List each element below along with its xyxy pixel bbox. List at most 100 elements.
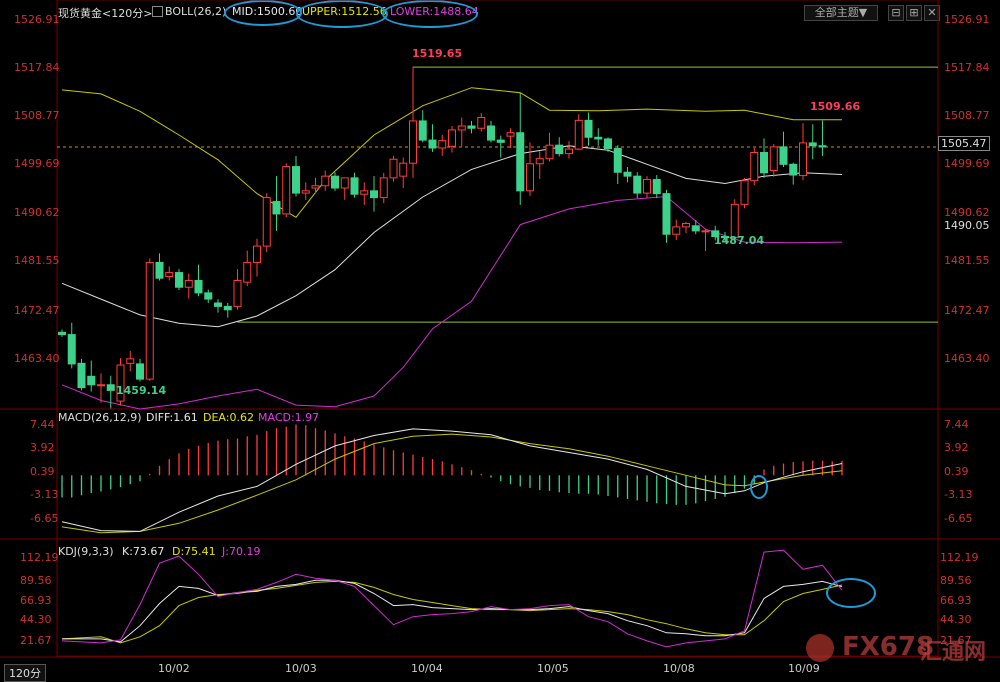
main-y-tick: 1481.55: [944, 254, 990, 267]
candle-up: [574, 119, 583, 150]
candle-down: [623, 171, 632, 177]
macd-y-tick: 7.44: [30, 418, 55, 431]
kdj-d-line: [61, 580, 843, 644]
macd-y-tick: 0.39: [30, 465, 55, 478]
candle-up: [750, 151, 759, 182]
kdj-k-line: [62, 579, 843, 643]
kdj-y-tick: 66.93: [940, 594, 972, 607]
watermark-cn: 汇通网: [920, 640, 987, 665]
candle-up: [340, 177, 349, 189]
main-y-tick: 1508.77: [14, 109, 60, 122]
main-y-tick: 1499.69: [944, 157, 990, 170]
main-y-tick: 1526.91: [944, 13, 990, 26]
candle-up: [438, 140, 447, 149]
candle-up: [282, 166, 291, 215]
macd-y-tick: 7.44: [944, 418, 969, 431]
candle-down: [350, 177, 359, 195]
candle-up: [262, 197, 271, 247]
main-y-tick: 1490.62: [944, 206, 990, 219]
x-date-label: 10/02: [158, 662, 190, 675]
kdj-d-label: D:75.41: [172, 545, 216, 558]
main-y-tick: 1517.84: [944, 61, 990, 74]
main-y-tick: 1517.84: [14, 61, 60, 74]
candle-up: [506, 132, 515, 137]
candle-down: [555, 144, 564, 155]
macd-y-tick: -6.65: [30, 512, 59, 525]
period-selector[interactable]: 120分: [4, 664, 46, 682]
candle-down: [691, 225, 700, 232]
high-annotation: 1519.65: [412, 47, 463, 60]
candle-down: [613, 148, 622, 173]
x-date-label: 10/03: [285, 662, 317, 675]
candle-up: [740, 180, 749, 205]
fx678-logo-icon: [806, 634, 834, 662]
lower-band-value-box: 1490.05: [944, 219, 990, 232]
kdj-k-label: K:73.67: [122, 545, 165, 558]
macd-diff-label: DIFF:1.61: [146, 411, 198, 424]
main-y-tick: 1463.40: [944, 352, 990, 365]
candle-down: [428, 139, 437, 149]
kdj-y-tick: 112.19: [940, 551, 979, 564]
kdj-j-line: [61, 549, 843, 648]
candle-up: [184, 279, 193, 288]
macd-y-tick: -3.13: [30, 488, 59, 501]
candle-up: [360, 190, 369, 195]
macd-y-tick: -6.65: [944, 512, 973, 525]
candle-up: [730, 203, 739, 239]
boll-upper-line: [61, 87, 842, 218]
main-y-tick: 1490.62: [14, 206, 60, 219]
candle-down: [789, 163, 798, 176]
recent-high-annotation: 1509.66: [810, 100, 861, 113]
candle-up: [448, 129, 456, 147]
candle-up: [457, 125, 466, 131]
candle-down: [594, 136, 603, 140]
boll-lower-line: [61, 195, 843, 410]
candle-up: [535, 158, 544, 165]
candle-down: [808, 142, 817, 147]
candle-down: [760, 151, 768, 174]
main-y-tick: 1526.91: [14, 13, 60, 26]
candle-up: [301, 190, 310, 194]
candle-down: [496, 139, 505, 143]
candle-down: [292, 166, 300, 194]
candle-down: [223, 305, 232, 311]
candle-down: [77, 362, 86, 389]
candle-down: [516, 132, 525, 192]
candle-down: [370, 190, 378, 199]
candle-down: [584, 119, 593, 138]
kdj-j-label: J:70.19: [222, 545, 261, 558]
candle-up: [233, 279, 242, 307]
candle-down: [779, 146, 788, 165]
candle-up: [145, 261, 154, 380]
candle-up: [126, 358, 135, 364]
macd-value-label: MACD:1.97: [258, 411, 320, 424]
candle-up: [701, 230, 710, 233]
macd-cross-highlight-ellipse: [750, 475, 768, 499]
candle-up: [672, 226, 681, 235]
main-y-tick: 1481.55: [14, 254, 60, 267]
candle-down: [662, 193, 671, 235]
kdj-y-tick: 66.93: [20, 594, 52, 607]
kdj-y-tick: 112.19: [20, 551, 59, 564]
x-date-label: 10/09: [788, 662, 820, 675]
candle-down: [652, 179, 661, 195]
candle-up: [545, 144, 554, 160]
kdj-y-tick: 44.30: [940, 613, 972, 626]
candle-up: [565, 148, 573, 155]
macd-y-tick: -3.13: [944, 488, 973, 501]
candle-down: [214, 302, 222, 307]
main-y-tick: 1499.69: [14, 157, 60, 170]
kdj-y-tick: 44.30: [20, 613, 52, 626]
main-y-tick: 1463.40: [14, 352, 60, 365]
candle-down: [604, 138, 612, 150]
candle-up: [379, 177, 388, 199]
swing-low-annotation: 1487.04: [714, 234, 765, 247]
candle-down: [633, 175, 642, 194]
candle-down: [204, 292, 213, 300]
candle-up: [97, 384, 105, 387]
candle-up: [409, 120, 417, 164]
candle-up: [799, 142, 807, 177]
macd-params: MACD(26,12,9): [58, 411, 142, 424]
main-y-tick: 1472.47: [944, 304, 990, 317]
candle-down: [67, 334, 76, 365]
